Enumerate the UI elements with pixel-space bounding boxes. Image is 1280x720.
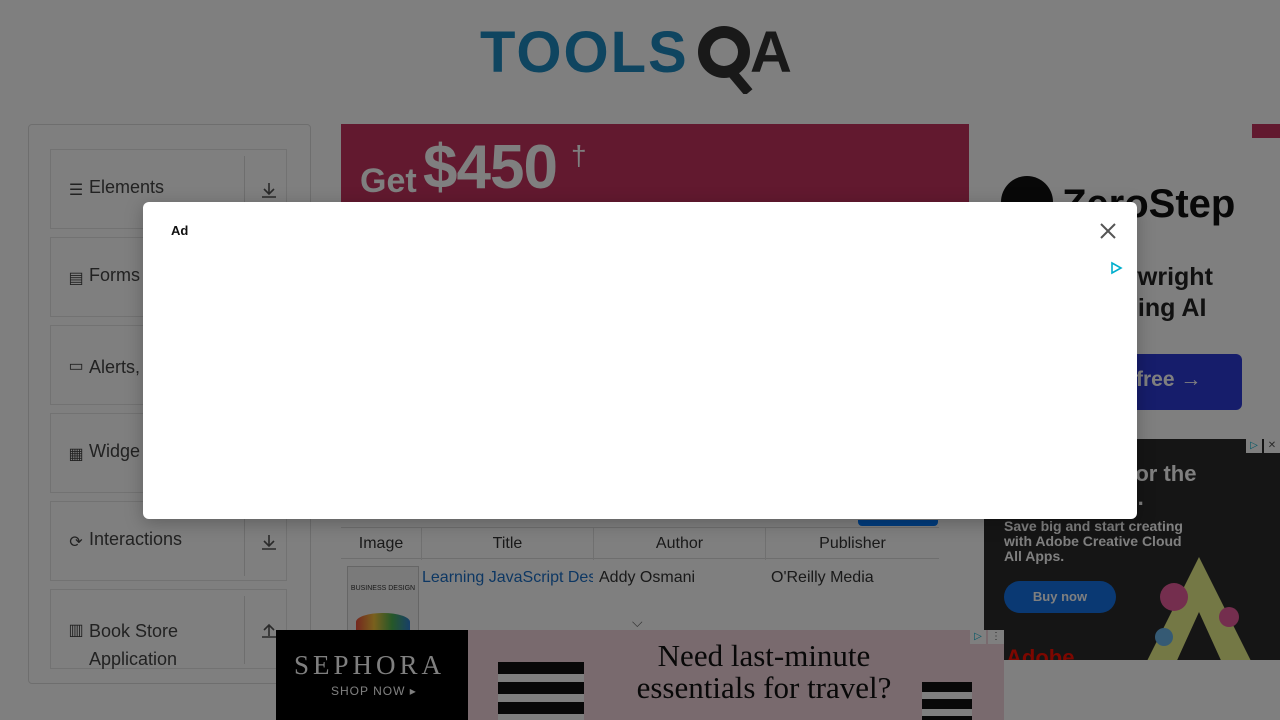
ad-modal: Ad <box>143 202 1137 519</box>
modal-backdrop-bottom <box>0 660 1280 720</box>
ad-label: Ad <box>171 223 189 238</box>
close-icon[interactable] <box>1096 219 1120 243</box>
adchoices-icon[interactable] <box>1109 261 1123 275</box>
